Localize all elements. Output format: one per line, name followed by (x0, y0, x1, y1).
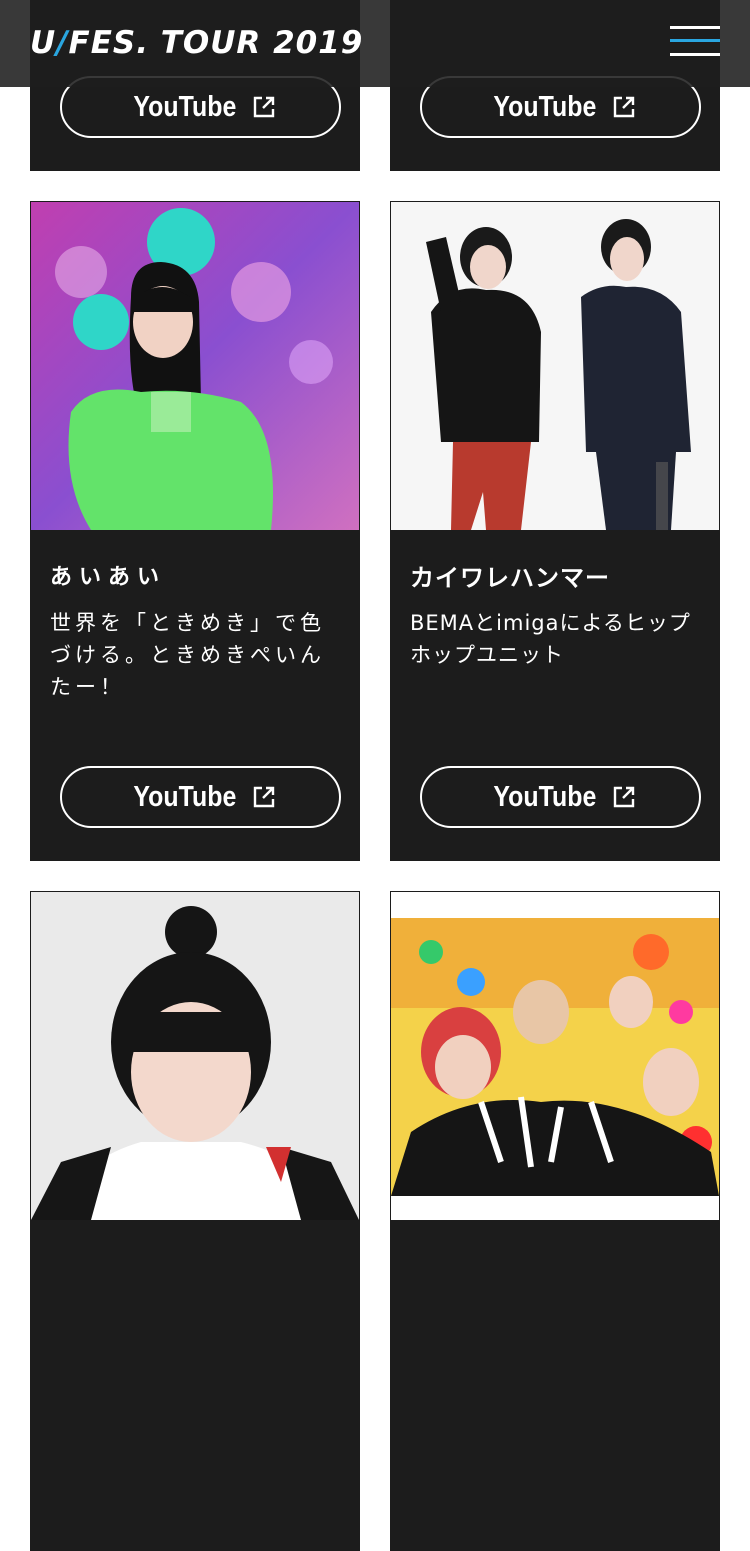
site-header: U/FES. TOUR 2019 (0, 0, 750, 87)
menu-line (670, 26, 720, 29)
artist-card-kaiware-hammer: カイワレハンマー BEMAとimigaによるヒップホップユニット YouTube (390, 201, 720, 861)
artist-description: BEMAとimigaによるヒップホップユニット (410, 611, 691, 667)
external-link-icon (614, 786, 635, 808)
youtube-button[interactable]: YouTube (60, 766, 341, 828)
youtube-button-label: YouTube (133, 90, 236, 123)
hamburger-menu-icon[interactable] (670, 26, 720, 58)
artist-card (30, 891, 360, 1551)
youtube-button-label: YouTube (493, 90, 596, 123)
artist-name: あいあい (50, 565, 167, 590)
menu-line (670, 53, 720, 56)
artist-card (390, 891, 720, 1551)
external-link-icon (614, 96, 635, 118)
artist-description: 世界を「ときめき」で色づける。ときめきぺいんたー！ (50, 611, 325, 699)
youtube-button-label: YouTube (133, 780, 236, 813)
logo-text: U (30, 25, 57, 61)
artist-photo (391, 202, 719, 530)
external-link-icon (254, 786, 275, 808)
artist-photo (31, 892, 359, 1220)
artist-name: カイワレハンマー (410, 564, 610, 592)
logo-text: FES. TOUR 2019 (68, 25, 364, 61)
artist-card-aiai: あいあい 世界を「ときめき」で色づける。ときめきぺいんたー！ YouTube (30, 201, 360, 861)
logo-slash-icon: / (56, 25, 69, 61)
external-link-icon (254, 96, 275, 118)
artist-photo (31, 202, 359, 530)
youtube-button-label: YouTube (493, 780, 596, 813)
artist-photo (391, 892, 719, 1220)
menu-line (670, 39, 720, 42)
site-logo[interactable]: U/FES. TOUR 2019 (30, 26, 363, 60)
youtube-button[interactable]: YouTube (420, 766, 701, 828)
